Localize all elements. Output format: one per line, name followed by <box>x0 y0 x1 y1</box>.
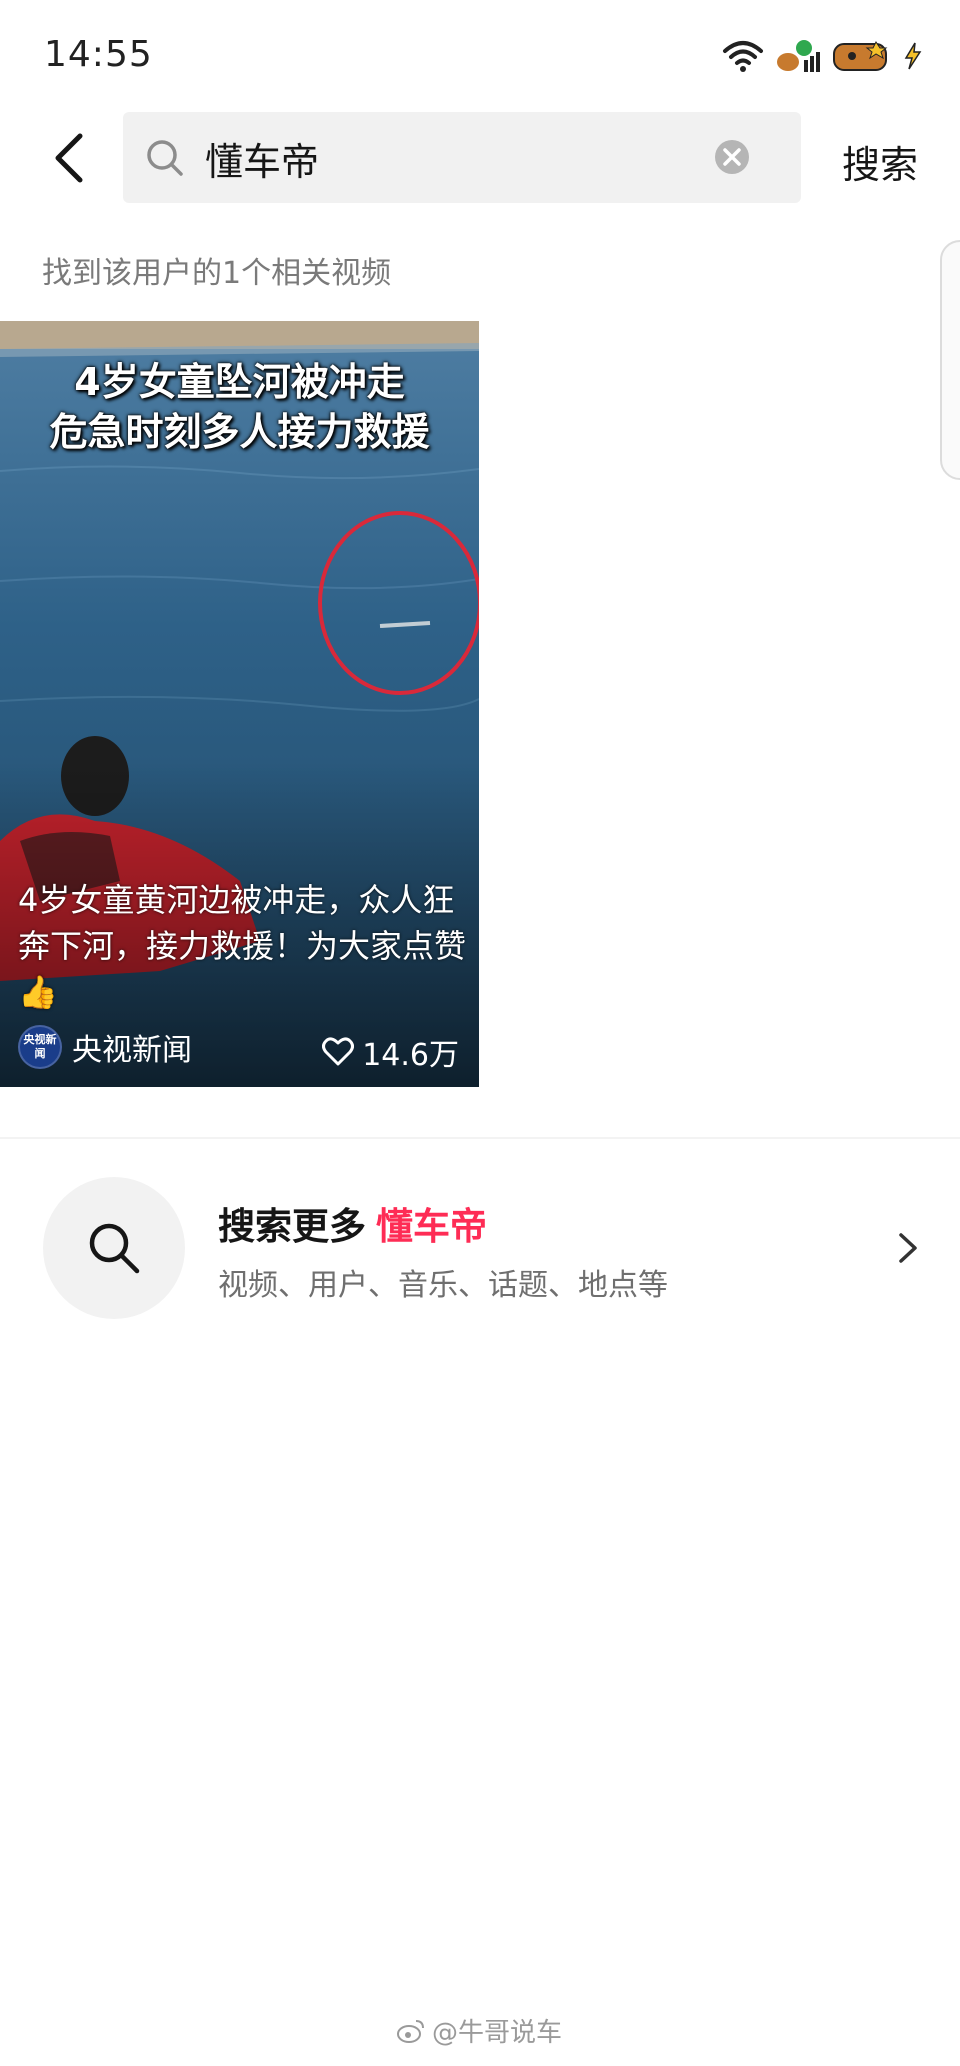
author-name: 央视新闻 <box>72 1033 192 1068</box>
likes-count: 14.6万 <box>362 1038 459 1073</box>
search-button[interactable]: 搜索 <box>842 134 918 189</box>
search-input[interactable] <box>205 128 725 188</box>
video-caption: 4岁女童黄河边被冲走，众人狂奔下河，接力救援！为大家点赞👍 <box>18 881 467 1011</box>
video-overlay-title: 4岁女童坠河被冲走 危急时刻多人接力救援 <box>0 357 479 457</box>
search-more-prefix: 搜索更多 <box>218 1205 366 1248</box>
back-button[interactable] <box>46 126 90 190</box>
search-icon <box>147 140 183 176</box>
watermark: @牛哥说车 <box>396 2012 562 2049</box>
weibo-logo-icon <box>397 2019 424 2043</box>
signal-icon <box>777 40 820 72</box>
status-time: 14:55 <box>44 34 153 75</box>
search-more-title: 搜索更多 懂车帝 <box>218 1196 487 1250</box>
video-author[interactable]: 央视新闻 央视新闻 <box>18 1025 192 1069</box>
overlay-title-line-1: 4岁女童坠河被冲走 <box>74 360 405 404</box>
heart-icon <box>322 1037 355 1066</box>
back-arrow-icon <box>55 133 83 183</box>
video-likes: 14.6万 <box>322 1030 459 1074</box>
overlay-title-line-2: 危急时刻多人接力救援 <box>49 410 430 454</box>
search-header: 搜索 <box>0 110 960 204</box>
author-avatar: 央视新闻 <box>18 1025 62 1069</box>
side-panel-handle[interactable] <box>940 240 960 480</box>
video-card[interactable]: 4岁女童坠河被冲走 危急时刻多人接力救援 4岁女童黄河边被冲走，众人狂奔下河，接… <box>0 321 479 1087</box>
result-count: 找到该用户的1个相关视频 <box>42 256 392 291</box>
chevron-right-icon <box>899 1233 917 1263</box>
charging-icon <box>904 42 922 70</box>
clear-search-icon[interactable] <box>713 138 751 176</box>
status-bar: 14:55 <box>0 0 960 110</box>
status-icons <box>722 34 922 78</box>
search-more-subtitle: 视频、用户、音乐、话题、地点等 <box>218 1268 668 1303</box>
wifi-icon <box>723 41 763 72</box>
search-icon <box>89 1223 140 1274</box>
search-more-row[interactable]: 搜索更多 懂车帝 视频、用户、音乐、话题、地点等 <box>0 1160 960 1320</box>
search-more-icon-circle <box>43 1177 185 1319</box>
search-box[interactable] <box>123 112 801 203</box>
search-more-keyword: 懂车帝 <box>376 1205 487 1248</box>
watermark-text: @牛哥说车 <box>432 2018 563 2048</box>
battery-icon <box>833 41 888 71</box>
section-divider <box>0 1137 960 1139</box>
